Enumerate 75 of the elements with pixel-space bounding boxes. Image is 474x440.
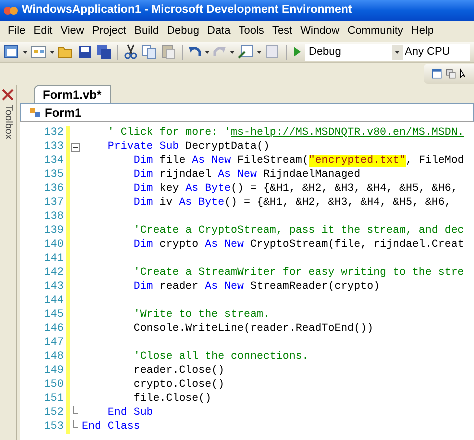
menu-item[interactable]: Window: [296, 23, 344, 40]
line-number: 133: [43, 140, 64, 154]
code-line: Dim reader As New StreamReader(crypto): [132, 280, 380, 294]
code-line: file.Close(): [132, 392, 212, 406]
window-title: WindowsApplication1 - Microsoft Development Environment: [22, 2, 352, 18]
line-number: 142: [43, 266, 64, 280]
code-line: Private Sub DecryptData(): [106, 140, 270, 154]
paste-icon[interactable]: [161, 44, 177, 60]
class-selector[interactable]: Form1: [20, 103, 474, 122]
code-line: crypto.Close(): [132, 378, 225, 392]
code-line: reader.Close(): [132, 364, 225, 378]
line-number: 150: [43, 378, 64, 392]
line-number: 144: [43, 294, 64, 308]
line-number: 140: [43, 238, 64, 252]
code-line: Console.WriteLine(reader.ReadToEnd()): [132, 322, 374, 336]
save-icon[interactable]: [77, 44, 93, 60]
code-line: End Class: [82, 420, 140, 434]
code-line: End Sub: [106, 406, 154, 420]
document-tab[interactable]: Form1.vb*: [34, 85, 111, 103]
menu-item[interactable]: Tools: [234, 23, 268, 40]
line-number: 153: [43, 420, 64, 434]
copy-window-icon[interactable]: [446, 67, 456, 81]
configuration-dropdown[interactable]: Debug: [305, 44, 403, 60]
code-editor[interactable]: [20, 122, 474, 440]
code-line: 'Close all the connections.: [132, 350, 309, 364]
line-number: 149: [43, 364, 64, 378]
line-number: 151: [43, 392, 64, 406]
menu-item[interactable]: File: [4, 23, 30, 40]
new-project-icon[interactable]: [4, 44, 20, 60]
menu-item[interactable]: Community: [344, 23, 408, 40]
line-number: 152: [43, 406, 64, 420]
platform-dropdown[interactable]: Any CPU: [403, 44, 470, 60]
menu-item[interactable]: Data: [204, 23, 235, 40]
line-number: 134: [43, 154, 64, 168]
line-number: 141: [43, 252, 64, 266]
code-line: Dim file As New FileStream("encrypted.txt", FileMod: [132, 154, 464, 168]
code-line: 'Create a StreamWriter for easy writing to the stre: [132, 266, 464, 280]
line-number: 145: [43, 308, 64, 322]
line-number: 139: [43, 224, 64, 238]
code-line: Dim crypto As New CryptoStream(file, rijndael.Creat: [132, 238, 464, 252]
class-name: Form1: [45, 104, 82, 122]
code-line: Dim iv As Byte() = {&H1, &H2, &H3, &H4, &H5, &H6,: [132, 196, 452, 210]
line-number: 135: [43, 168, 64, 182]
line-number: 137: [43, 196, 64, 210]
code-line: Dim key As Byte() = {&H1, &H2, &H3, &H4, &H5, &H6,: [132, 182, 458, 196]
line-number: 148: [43, 350, 64, 364]
app-logo-icon: [4, 4, 18, 16]
menu-item[interactable]: Edit: [30, 23, 57, 40]
menu-item[interactable]: Build: [130, 23, 164, 40]
code-line: Dim rijndael As New RijndaelManaged: [132, 168, 361, 182]
menu-item[interactable]: Test: [268, 23, 297, 40]
line-number: 143: [43, 280, 64, 294]
code-line: ' Click for more: 'ms-help://MS.MSDNQTR.v80.en/MS.MSDN.: [106, 126, 464, 140]
line-number: 147: [43, 336, 64, 350]
menu-item[interactable]: Help: [407, 23, 438, 40]
start-icon[interactable]: [292, 44, 302, 60]
line-number: 146: [43, 322, 64, 336]
tools-icon: [2, 89, 14, 101]
code-line: 'Create a CryptoStream, pass it the stream, and dec: [132, 224, 464, 238]
navigate-icon[interactable]: [238, 44, 254, 60]
toolbox-strip[interactable]: Toolbox: [0, 85, 17, 440]
cut-icon[interactable]: [123, 44, 139, 60]
menu-item[interactable]: Debug: [163, 23, 204, 40]
line-number: 138: [43, 210, 64, 224]
menu-item[interactable]: View: [56, 23, 88, 40]
class-icon: [29, 107, 41, 118]
menu-item[interactable]: Project: [88, 23, 131, 40]
line-number: 136: [43, 182, 64, 196]
line-number: 132: [43, 126, 64, 140]
code-line: 'Write to the stream.: [132, 308, 270, 322]
save-all-icon[interactable]: [96, 44, 112, 60]
window-icon[interactable]: [432, 67, 442, 81]
toolbox-label: Toolbox: [2, 105, 14, 140]
pointer-icon[interactable]: [460, 67, 466, 81]
collapse-icon[interactable]: [70, 142, 80, 152]
